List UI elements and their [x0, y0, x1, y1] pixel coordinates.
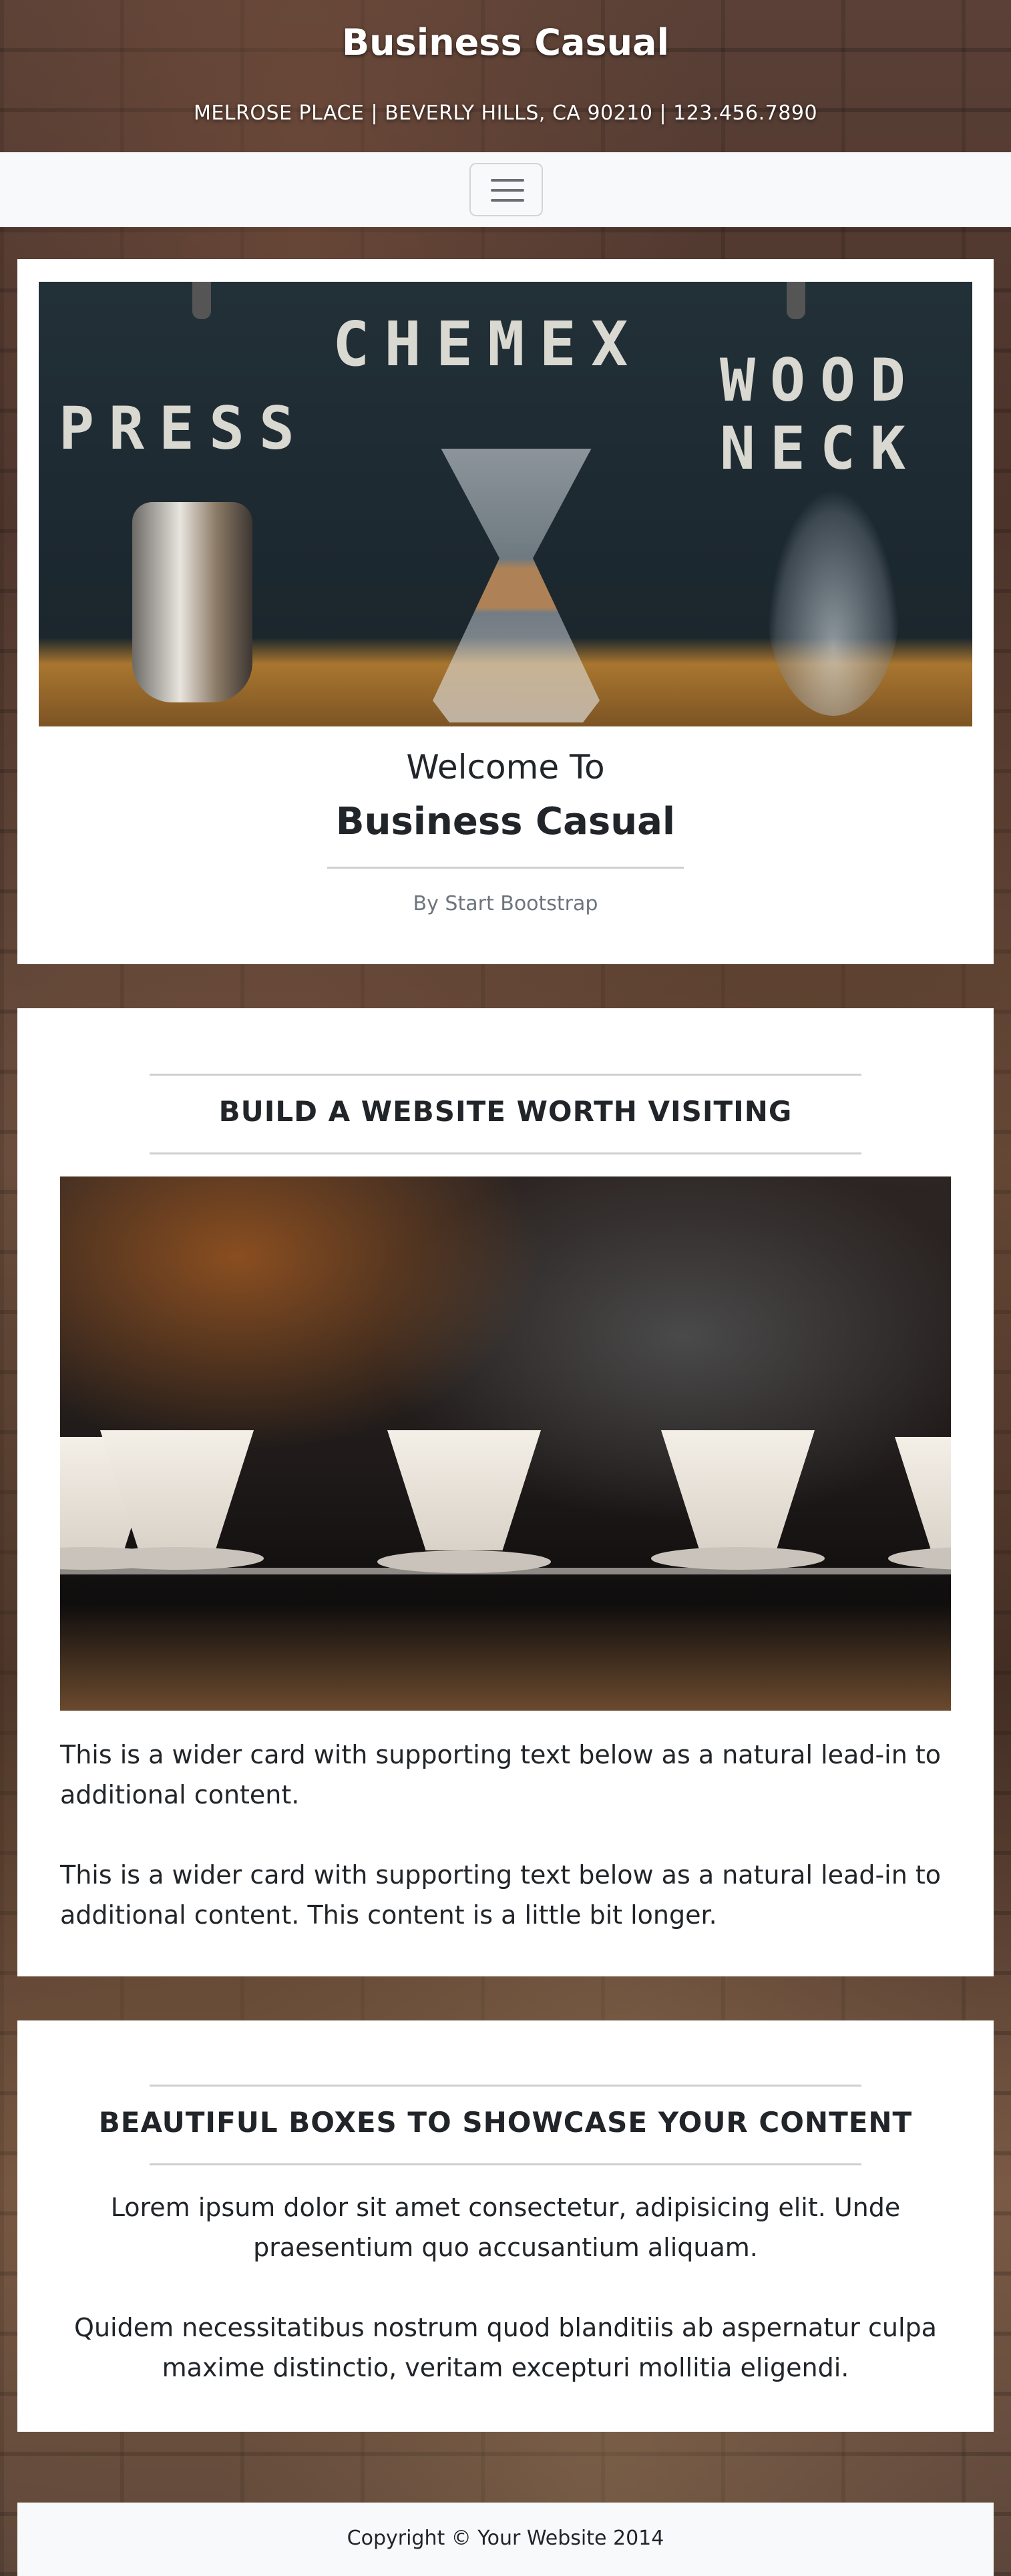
welcome-heading: Welcome To: [406, 748, 605, 787]
chalkboard-word-chemex: CHEMEX: [333, 308, 643, 380]
heading-top-rule: [150, 2085, 861, 2087]
byline: By Start Bootstrap: [413, 892, 598, 915]
heading-bottom-rule: [150, 1152, 861, 1154]
chalkboard-word-wood: WOOD: [720, 346, 920, 415]
divider: [327, 867, 684, 869]
about-paragraph: This is a wider card with supporting tex…: [60, 1740, 942, 1809]
showcase-paragraph: Quidem necessitatibus nostrum quod bland…: [74, 2313, 937, 2382]
chemex-illustration: [433, 449, 600, 722]
showcase-paragraph: Lorem ipsum dolor sit amet consectetur, …: [110, 2193, 901, 2262]
heading-top-rule: [150, 1074, 861, 1076]
intro-card: CHEMEX PRESS WOOD NECK Welcome To Busine…: [17, 259, 994, 964]
about-heading: BUILD A WEBSITE WORTH VISITING: [218, 1095, 793, 1128]
showcase-heading: BEAUTIFUL BOXES TO SHOWCASE YOUR CONTENT: [98, 2106, 913, 2139]
brand-heading: Business Casual: [335, 800, 676, 843]
siphon-brewer-illustration: [767, 489, 900, 716]
site-header: Business Casual MELROSE PLACE | BEVERLY …: [0, 0, 1011, 152]
french-press-illustration: [132, 502, 252, 702]
copyright-text: Copyright © Your Website 2014: [347, 2527, 664, 2550]
coffee-brewers-image: CHEMEX PRESS WOOD NECK: [39, 282, 972, 726]
chalkboard-word-press: PRESS: [59, 394, 309, 463]
about-paragraph: This is a wider card with supporting tex…: [60, 1860, 942, 1930]
site-title: Business Casual: [341, 21, 669, 63]
chalkboard-word-neck: NECK: [720, 414, 920, 483]
pour-over-cups-image: [60, 1176, 951, 1711]
site-footer: Copyright © Your Website 2014: [17, 2503, 994, 2576]
showcase-card: BEAUTIFUL BOXES TO SHOWCASE YOUR CONTENT…: [17, 2020, 994, 2432]
navbar-toggler-button[interactable]: [469, 163, 543, 216]
site-contact-info: MELROSE PLACE | BEVERLY HILLS, CA 90210 …: [193, 101, 818, 125]
heading-bottom-rule: [150, 2163, 861, 2165]
navbar: [0, 152, 1011, 227]
about-card: BUILD A WEBSITE WORTH VISITING This is a…: [17, 1008, 994, 1976]
